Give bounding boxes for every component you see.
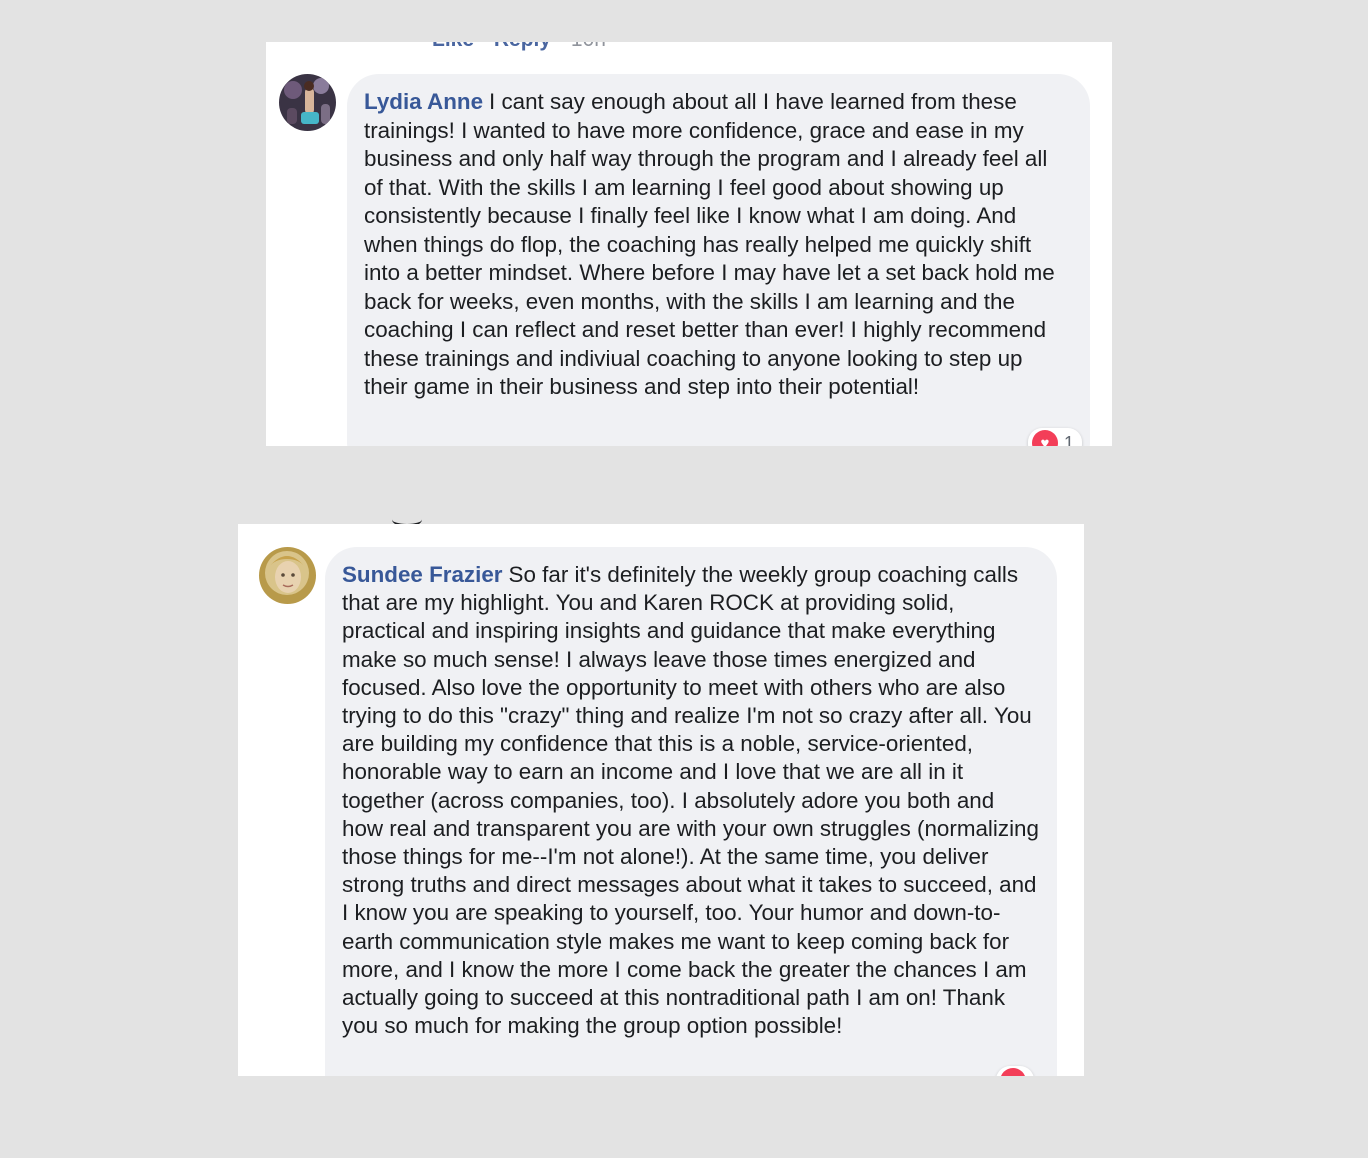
- reaction-badge[interactable]: ♥ 1: [1028, 428, 1083, 447]
- like-link[interactable]: Like: [432, 42, 474, 51]
- comment-card-sundee: Sundee Frazier So far it's definitely the…: [238, 524, 1084, 1076]
- comment-bubble: Sundee Frazier So far it's definitely the…: [325, 547, 1057, 1076]
- comment-card-lydia: Like Reply 10h Lydia AnneI cant say enou…: [266, 42, 1112, 446]
- heart-icon: ♥: [1000, 1068, 1026, 1076]
- comment-text: I cant say enough about all I have learn…: [364, 89, 1055, 399]
- comment-bubble: Lydia Anne I cant say enough about all I …: [347, 74, 1090, 446]
- avatar-photo-icon: [259, 547, 316, 604]
- comment-author[interactable]: Sundee Frazier: [342, 562, 503, 587]
- avatar-sundee[interactable]: [259, 547, 316, 604]
- reply-link[interactable]: Reply: [494, 42, 551, 51]
- comment-author[interactable]: Lydia Anne: [364, 89, 483, 114]
- heart-icon: ♥: [1032, 430, 1058, 446]
- avatar-lydia[interactable]: [279, 74, 336, 131]
- previous-comment-actions: Like Reply 10h: [432, 42, 620, 52]
- timestamp[interactable]: 10h: [571, 42, 606, 51]
- comment-text: So far it's definitely the weekly group …: [342, 562, 1039, 1039]
- avatar-photo-icon: [279, 74, 336, 131]
- reaction-count: 1: [1064, 432, 1075, 447]
